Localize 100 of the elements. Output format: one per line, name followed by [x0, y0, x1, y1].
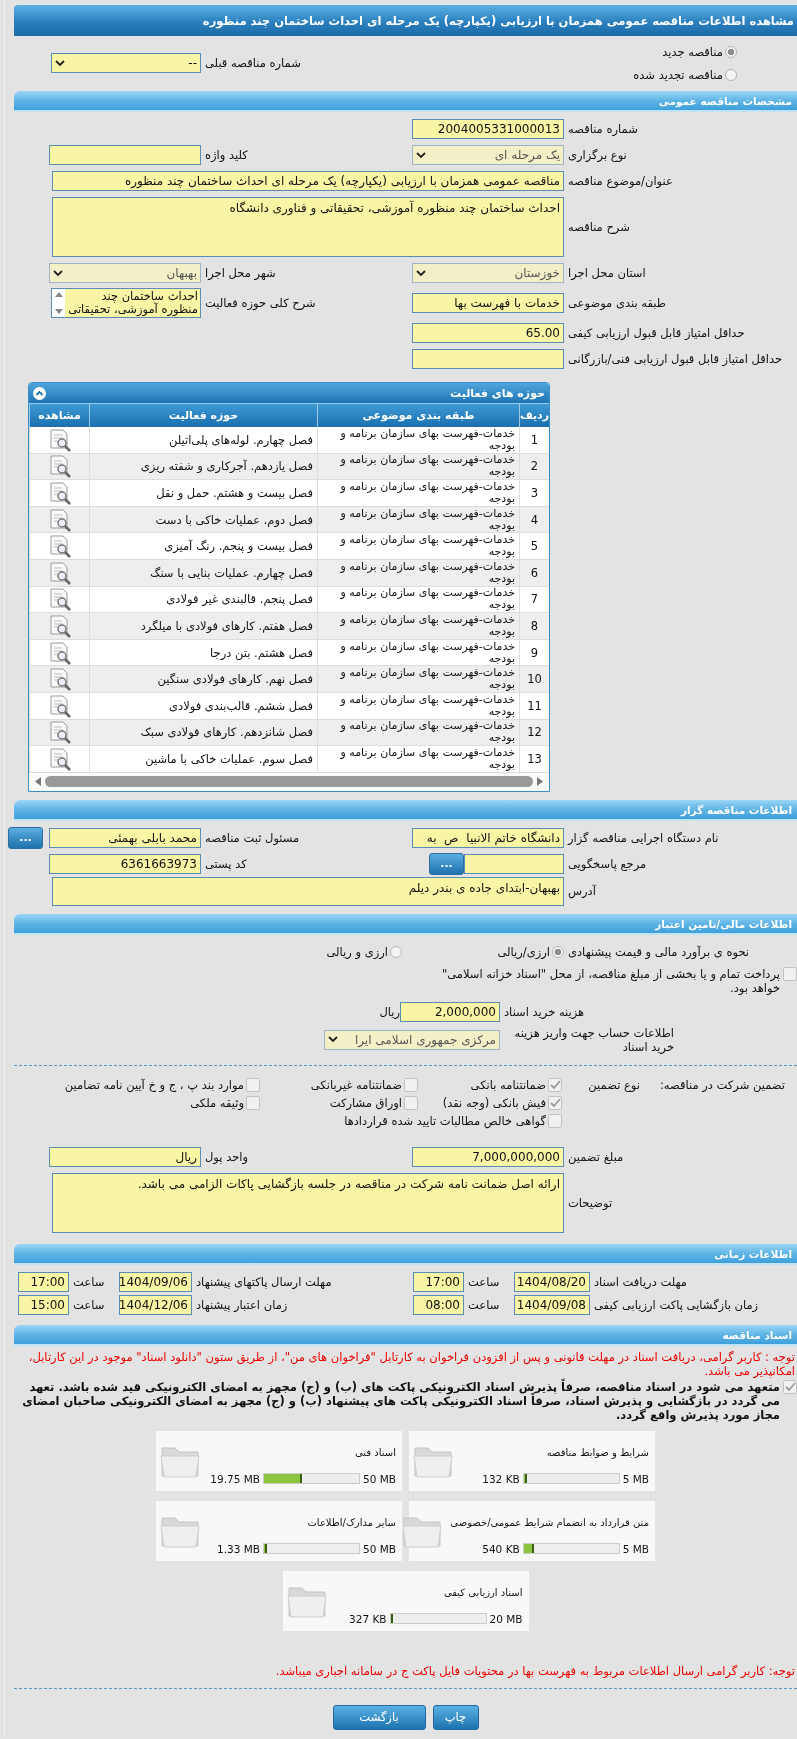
- radio-button[interactable]: [552, 945, 564, 958]
- document-magnifier-icon[interactable]: [47, 481, 72, 505]
- document-magnifier-icon[interactable]: [47, 667, 72, 692]
- document-magnifier-icon[interactable]: [47, 534, 72, 559]
- date-field[interactable]: 1404/12/06: [119, 1295, 192, 1316]
- document-magnifier-icon[interactable]: [47, 613, 72, 638]
- text-field[interactable]: 7,000,000,000: [412, 1146, 564, 1167]
- table-cell: 8: [530, 619, 539, 632]
- field-label: ساعت: [73, 1298, 105, 1313]
- time-field[interactable]: 08:00: [413, 1295, 464, 1316]
- table-cell: فصل نهم. کارهای فولادی سنگین: [157, 673, 313, 686]
- table-cell: فصل پنجم. قالبندی غیر فولادی: [166, 593, 313, 606]
- chevron-down-icon: [53, 269, 63, 277]
- field-label: عنوان/موضوع مناقصه: [568, 174, 673, 188]
- text-area[interactable]: ارائه اصل ضمانت نامه شرکت در مناقصه در جلسه بازگشایی پاکات الزامی می باشد.: [52, 1172, 564, 1233]
- checkbox[interactable]: [783, 1379, 797, 1394]
- text-field[interactable]: 65.00: [412, 323, 564, 343]
- checkbox[interactable]: [783, 966, 797, 981]
- table-cell: فصل بیست و هشتم. حمل و نقل: [156, 487, 313, 499]
- size-used: 540 KB: [482, 1542, 520, 1555]
- document-magnifier-icon[interactable]: [47, 720, 72, 745]
- browse-button[interactable]: ...: [429, 852, 464, 875]
- field-label: شهر محل اجرا: [205, 266, 276, 280]
- table-cell: 6: [530, 566, 539, 579]
- text-field[interactable]: محمد بابلی بهمئی: [49, 827, 201, 848]
- text-area[interactable]: احداث ساختمان چند منظوره آموزشی، تحقیقاتی و فناوری دانشگاه: [52, 197, 564, 257]
- checkbox-label: وثیقه ملکی: [190, 1095, 244, 1110]
- document-magnifier-icon[interactable]: [47, 427, 72, 452]
- table-title-bar: حوزه های فعالیت: [29, 383, 549, 403]
- collapse-icon[interactable]: [33, 386, 46, 400]
- time-field[interactable]: 17:00: [413, 1272, 464, 1293]
- checkbox[interactable]: [548, 1113, 562, 1128]
- text-field[interactable]: 6361663973: [49, 853, 201, 874]
- date-field[interactable]: 1404/09/06: [119, 1272, 192, 1293]
- column-header: مشاهده: [29, 403, 89, 427]
- time-field[interactable]: 15:00: [18, 1295, 69, 1316]
- table-cell: 10: [527, 673, 542, 686]
- checkbox[interactable]: [548, 1077, 562, 1092]
- scroll-right-icon[interactable]: [537, 777, 543, 787]
- field-label: شرح کلی حوزه فعالیت: [205, 296, 316, 310]
- field-label: طبقه بندی موضوعی: [568, 296, 666, 310]
- field-label: مهلت دریافت اسناد: [594, 1275, 687, 1290]
- field-label: ساعت: [468, 1275, 500, 1290]
- size-used: 19.75 MB: [210, 1472, 261, 1485]
- field-label: مهلت ارسال پاکتهای پیشنهاد: [196, 1275, 332, 1290]
- table-cell: فصل هشتم. بتن درجا: [210, 646, 313, 659]
- field-label: نام دستگاه اجرایی مناقصه گزار: [568, 830, 719, 845]
- document-magnifier-icon[interactable]: [47, 693, 72, 718]
- table-cell-text: خدمات-فهرست بهای سازمان برنامه و بودجه: [339, 693, 515, 718]
- document-magnifier-icon[interactable]: [47, 560, 72, 585]
- text-field[interactable]: ریال: [49, 1146, 201, 1167]
- notice-text: توجه: کاربر گرامی ارسال اطلاعات مربوط به فهرست بها در محتویات فایل پاکت ج در سامانه اجباری میباشد.: [274, 1662, 796, 1678]
- size-limit: 5 MB: [622, 1542, 649, 1555]
- field-label: شماره مناقصه: [568, 122, 638, 136]
- checkbox[interactable]: [404, 1077, 418, 1092]
- date-field[interactable]: 1404/08/20: [514, 1272, 590, 1293]
- table-cell: فصل یازدهم. آجرکاری و شفته ریزی: [140, 460, 313, 473]
- document-magnifier-icon[interactable]: [47, 587, 72, 612]
- text-field[interactable]: مناقصه عمومی همزمان با ارزیابی (یکپارچه) یک مرحله ای احداث ساختمان چند منظوره: [52, 171, 564, 191]
- document-magnifier-icon[interactable]: [47, 507, 72, 532]
- text-field[interactable]: [412, 349, 564, 369]
- checkbox-label: ضمانتنامه غیربانکی: [310, 1077, 402, 1092]
- scroll-left-icon[interactable]: [35, 777, 41, 787]
- back-button[interactable]: بازگشت: [332, 1704, 426, 1730]
- radio-button[interactable]: [725, 45, 737, 58]
- select-field[interactable]: --: [51, 53, 201, 73]
- text-area[interactable]: بهبهان-ابتدای جاده ی بندر دیلم: [52, 876, 564, 906]
- check-icon: [549, 1097, 561, 1108]
- print-button[interactable]: چاپ: [432, 1704, 479, 1730]
- radio-label: ارزی و ریالی: [326, 944, 388, 959]
- size-used: 132 KB: [482, 1472, 520, 1485]
- document-magnifier-icon[interactable]: [47, 746, 72, 771]
- checkbox[interactable]: [246, 1095, 260, 1110]
- document-magnifier-icon[interactable]: [47, 640, 72, 665]
- scroll-up-icon[interactable]: [54, 292, 63, 297]
- commitment-text: متعهد می شود در اسناد مناقصه، صرفاً پذیرش اسناد الکترونیکی پاکت های (ب) و (ج) مجهز به امضای الکترونیکی قید شده باشد. تعهد می گردد در بازگشایی و پذیرش اسناد، صرفاً اسناد الکترونیکی پاکت های پیشنهاد (ب) و (ج) مجهز به امضای الکترونیکی صاحبان امضای مجاز مورد پذیرش واقع گردد.: [21, 1379, 780, 1422]
- field-label: ساعت: [73, 1275, 105, 1290]
- scroll-down-icon[interactable]: [54, 309, 63, 314]
- radio-button[interactable]: [390, 945, 402, 958]
- text-field[interactable]: دانشگاه خاتم الانبیا ص به: [412, 827, 564, 848]
- browse-button[interactable]: ...: [8, 826, 43, 849]
- checkbox[interactable]: [548, 1095, 562, 1110]
- table-cell-text: خدمات-فهرست بهای سازمان برنامه و بودجه: [339, 587, 515, 612]
- table-cell: 4: [530, 513, 539, 526]
- checkbox[interactable]: [246, 1077, 260, 1092]
- date-field[interactable]: 1404/09/08: [514, 1295, 590, 1316]
- field-label: زمان بازگشایی پاکت ارزیابی کیفی: [594, 1298, 759, 1313]
- checkbox[interactable]: [404, 1095, 418, 1110]
- time-field[interactable]: 17:00: [18, 1272, 69, 1293]
- document-magnifier-icon[interactable]: [47, 454, 72, 479]
- text-field[interactable]: 2004005331000013: [412, 119, 564, 139]
- radio-button[interactable]: [725, 68, 737, 81]
- text-field[interactable]: [49, 145, 201, 165]
- text-field[interactable]: خدمات با فهرست بها: [412, 293, 564, 313]
- section-header: اطلاعات زمانی: [14, 1243, 797, 1265]
- list-box[interactable]: احداث ساختمان چند منظوره آموزشی، تحقیقاتی: [51, 288, 201, 318]
- text-field[interactable]: 2,000,000: [400, 1001, 500, 1022]
- text-field[interactable]: [464, 853, 564, 874]
- section-header: اطلاعات مناقصه گزار: [14, 799, 797, 821]
- field-label: شماره مناقصه قبلی: [205, 56, 301, 70]
